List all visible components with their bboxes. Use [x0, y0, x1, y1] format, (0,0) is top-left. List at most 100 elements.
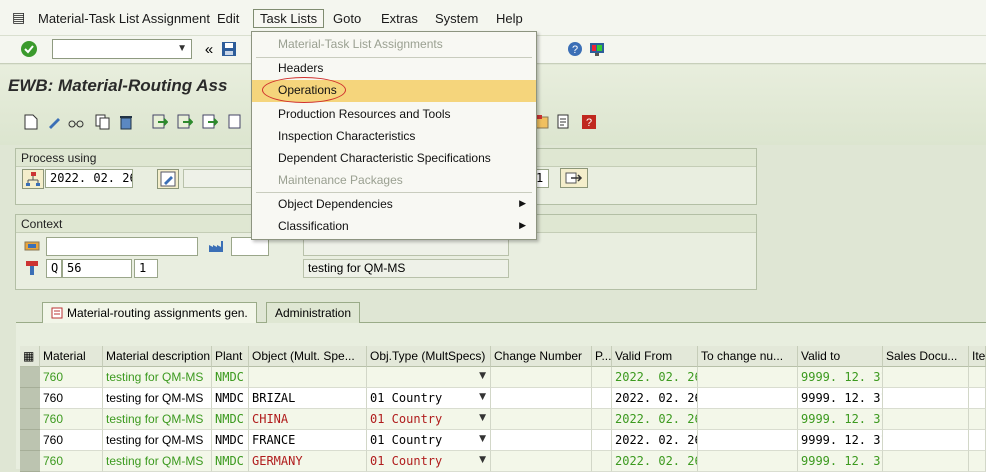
cell-text: 2022. 02. 26 [615, 433, 698, 447]
menu-material-task-list-assignment[interactable]: Material-Task List Assignment [38, 11, 210, 26]
column-header[interactable]: Change Number [491, 346, 592, 367]
table-settings-icon[interactable]: ▦ [20, 346, 40, 367]
hierarchy-icon[interactable] [22, 169, 44, 189]
save-icon[interactable] [220, 40, 238, 58]
column-header[interactable]: Sales Docu... [883, 346, 969, 367]
chevron-down-icon[interactable]: ▼ [177, 43, 187, 54]
menu-item-production-resources[interactable]: Production Resources and Tools [252, 104, 536, 126]
column-header[interactable]: Obj.Type (MultSpecs) [367, 346, 491, 367]
column-header[interactable]: Valid From [612, 346, 698, 367]
cell-text: 760 [43, 391, 64, 405]
menu-item-classification[interactable]: Classification ▶ [252, 216, 536, 238]
deselect-icon[interactable] [201, 113, 219, 131]
cell-text: NMDC [215, 454, 244, 468]
print-icon[interactable] [555, 113, 573, 131]
chevron-down-icon[interactable]: ▼ [479, 371, 486, 381]
menu-item-inspection-characteristics[interactable]: Inspection Characteristics [252, 126, 536, 148]
column-header[interactable]: P... [592, 346, 612, 367]
cell-text: 9999. 12. 31 [801, 391, 883, 405]
chevron-down-icon[interactable]: ▼ [479, 413, 486, 423]
menu-item-operations[interactable]: Operations [252, 77, 536, 103]
row-selector[interactable] [20, 367, 40, 388]
column-header[interactable]: Material description [103, 346, 212, 367]
chevron-down-icon[interactable]: ▼ [479, 434, 486, 444]
menu-goto[interactable]: Goto [333, 11, 361, 26]
command-field[interactable]: ▼ [52, 39, 192, 59]
row-selector[interactable] [20, 409, 40, 430]
copy-icon[interactable] [94, 113, 112, 131]
cell-empty [883, 388, 969, 409]
key-date-field[interactable]: 2022. 02. 26 [45, 169, 133, 188]
cell-text: 2022. 02. 26 [615, 412, 698, 426]
detail-icon[interactable] [226, 113, 244, 131]
cell-material: 760 [40, 388, 103, 409]
cell-text: testing for QM-MS [106, 454, 204, 468]
menu-task-lists[interactable]: Task Lists [253, 9, 325, 28]
menu-system[interactable]: System [435, 11, 478, 26]
cell-text: 01 Country [370, 433, 443, 447]
svg-text:?: ? [586, 117, 592, 129]
cell-valid_from: 2022. 02. 26 [612, 409, 698, 430]
select-all-icon[interactable] [151, 113, 169, 131]
column-header[interactable]: Material [40, 346, 103, 367]
cell-empty [592, 409, 612, 430]
column-header[interactable]: Plant [212, 346, 249, 367]
row-selector[interactable] [20, 388, 40, 409]
cell-text: 9999. 12. 31 [801, 454, 883, 468]
menu-item-dependent-characteristic-specifications[interactable]: Dependent Characteristic Specifications [252, 148, 536, 170]
back-chevron-icon[interactable]: « [200, 40, 218, 58]
execute-arrow-button[interactable] [560, 168, 588, 188]
material-field[interactable] [46, 237, 198, 256]
select-block-icon[interactable] [176, 113, 194, 131]
submenu-arrow-icon: ▶ [519, 220, 526, 230]
cell-desc: testing for QM-MS [103, 367, 212, 388]
tab-material-routing-assignments[interactable]: Material-routing assignments gen. [42, 302, 257, 323]
cell-object: FRANCE [249, 430, 367, 451]
cell-text: 9999. 12. 31 [801, 433, 883, 447]
menu-item-label: Production Resources and Tools [278, 107, 451, 121]
cell-desc: testing for QM-MS [103, 409, 212, 430]
column-header[interactable]: Object (Mult. Spe... [249, 346, 367, 367]
cell-objtype[interactable]: ▼ [367, 367, 491, 388]
group-field[interactable]: 56 [62, 259, 132, 278]
change-number-field[interactable] [183, 169, 253, 188]
menu-item-label: Dependent Characteristic Specifications [278, 151, 491, 165]
layout-icon[interactable] [588, 40, 606, 58]
column-header[interactable]: To change nu... [698, 346, 798, 367]
group-counter-field[interactable]: 1 [134, 259, 158, 278]
new-document-icon[interactable] [22, 113, 40, 131]
cell-objtype[interactable]: 01 Country ▼ [367, 388, 491, 409]
task-list-type-field[interactable]: Q [46, 259, 62, 278]
menu-extras[interactable]: Extras [381, 11, 418, 26]
cell-text: NMDC [215, 370, 244, 384]
tab-administration[interactable]: Administration [266, 302, 361, 323]
column-header[interactable]: Valid to [798, 346, 883, 367]
menu-help[interactable]: Help [496, 11, 523, 26]
menu-edit[interactable]: Edit [217, 11, 239, 26]
enter-check-icon[interactable] [20, 40, 38, 58]
tab-label-administration: Administration [275, 306, 352, 320]
cell-objtype[interactable]: 01 Country ▼ [367, 430, 491, 451]
cell-text: CHINA [252, 412, 289, 426]
change-number-icon[interactable] [157, 169, 179, 189]
menu-item-label: Object Dependencies [278, 197, 393, 211]
edit-pencil-icon[interactable] [45, 113, 63, 131]
delete-trash-icon[interactable] [117, 113, 135, 131]
cell-empty [491, 367, 592, 388]
cell-object: BRIZAL [249, 388, 367, 409]
menu-icon[interactable]: ▤ [12, 9, 25, 26]
help-icon[interactable]: ? [566, 40, 584, 58]
cell-text: 760 [43, 433, 64, 447]
chevron-down-icon[interactable]: ▼ [479, 455, 486, 465]
menu-item-object-dependencies[interactable]: Object Dependencies ▶ [252, 194, 536, 216]
info-help-icon[interactable]: ? [580, 113, 598, 131]
menu-item-label: Headers [278, 61, 324, 75]
cell-empty [592, 430, 612, 451]
cell-objtype[interactable]: 01 Country ▼ [367, 409, 491, 430]
display-glasses-icon[interactable] [67, 113, 85, 131]
cell-empty [491, 388, 592, 409]
chevron-down-icon[interactable]: ▼ [479, 392, 486, 402]
column-header[interactable]: Ite [969, 346, 986, 367]
cell-text: NMDC [215, 433, 244, 447]
row-selector[interactable] [20, 430, 40, 451]
